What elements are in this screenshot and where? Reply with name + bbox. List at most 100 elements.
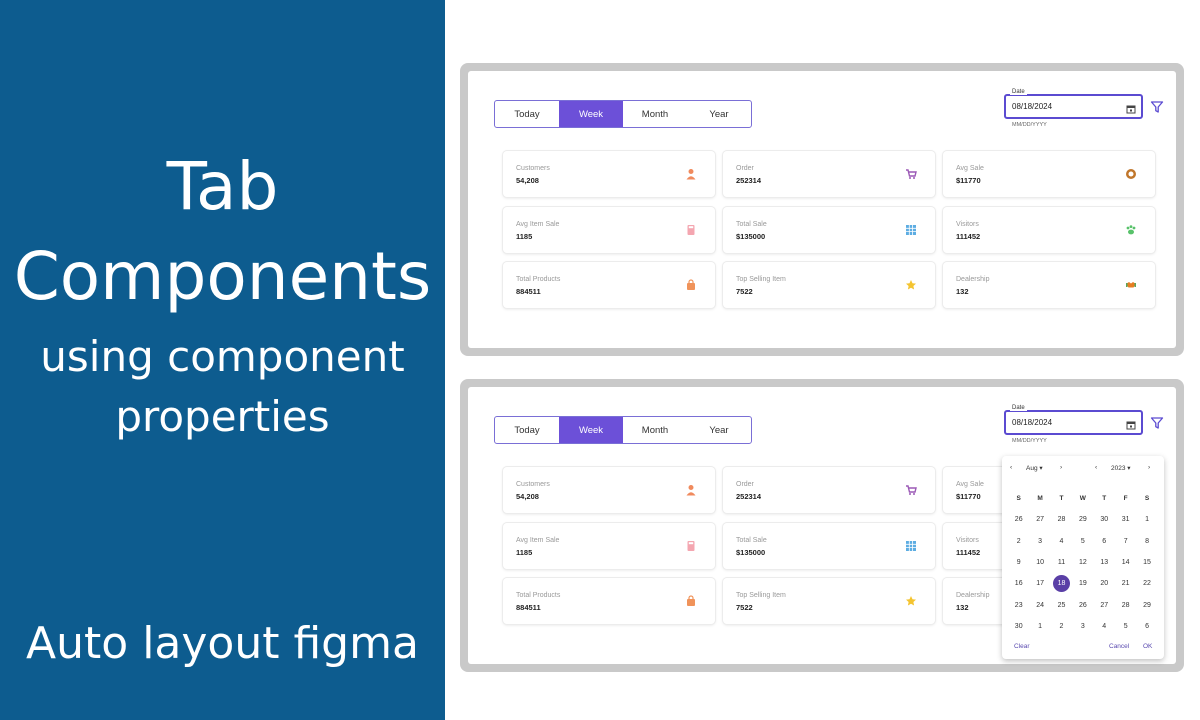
paw-icon [1125,223,1137,235]
stat-card-top-selling-item[interactable]: Top Selling Item 7522 [723,262,935,308]
prev-month-icon[interactable]: ‹ [1010,464,1012,471]
day-cell[interactable]: 9 [1008,559,1029,566]
filter-icon[interactable] [1150,100,1164,114]
day-cell[interactable]: 22 [1136,580,1157,587]
stat-card-dealership[interactable]: Dealership 132 [943,262,1155,308]
day-cell[interactable]: 10 [1029,559,1050,566]
day-cell[interactable]: 29 [1136,602,1157,609]
day-cell[interactable]: 2 [1051,623,1072,630]
cancel-button[interactable]: Cancel [1109,643,1129,650]
stat-card-total-products[interactable]: Total Products 884511 [503,578,715,624]
stat-card-customers[interactable]: Customers 54,208 [503,151,715,197]
day-cell[interactable]: 6 [1136,623,1157,630]
date-format-hint: MM/DD/YYYY [1012,438,1047,444]
year-select[interactable]: 2023 ▾ [1111,464,1131,472]
calendar-icon[interactable] [1126,101,1136,114]
day-cell[interactable]: 4 [1051,538,1072,545]
stat-card-label: Order [736,481,754,488]
day-cell[interactable]: 27 [1029,516,1050,523]
week-row: 9 10 11 12 13 14 15 [1008,552,1158,573]
stat-card-total-products[interactable]: Total Products 884511 [503,262,715,308]
day-cell[interactable]: 31 [1115,516,1136,523]
tab-month[interactable]: Month [623,417,687,443]
tab-month[interactable]: Month [623,101,687,127]
tab-week[interactable]: Week [559,101,623,127]
day-cell[interactable]: 11 [1051,559,1072,566]
day-cell[interactable]: 28 [1115,602,1136,609]
date-field[interactable]: Date 08/18/2024 [1004,405,1143,435]
day-cell[interactable]: 30 [1094,516,1115,523]
cart-icon [905,483,917,495]
tab-year[interactable]: Year [687,417,751,443]
tab-today[interactable]: Today [495,417,559,443]
day-cell[interactable]: 12 [1072,559,1093,566]
day-number: 18 [1052,575,1070,593]
stat-card-label: Dealership [956,276,990,283]
calendar-icon[interactable] [1126,417,1136,430]
next-year-icon[interactable]: › [1148,464,1150,471]
day-cell[interactable]: 2 [1008,538,1029,545]
stat-card-label: Order [736,165,754,172]
stat-card-customers[interactable]: Customers 54,208 [503,467,715,513]
day-cell[interactable]: 17 [1029,580,1050,587]
prev-year-icon[interactable]: ‹ [1095,464,1097,471]
day-cell[interactable]: 19 [1072,580,1093,587]
stat-card-avg-item-sale[interactable]: Avg Item Sale 1185 [503,206,715,253]
stat-card-value: $11770 [956,492,981,501]
day-cell[interactable]: 28 [1051,516,1072,523]
day-cell[interactable]: 15 [1136,559,1157,566]
title-panel: Tab Components using component propertie… [0,0,445,720]
month-select[interactable]: Aug ▾ [1026,464,1043,472]
filter-icon[interactable] [1150,416,1164,430]
year-select-value: 2023 [1111,465,1126,472]
day-cell[interactable]: 24 [1029,602,1050,609]
star-icon [905,594,917,606]
stat-card-value: 54,208 [516,176,539,185]
day-cell[interactable]: 21 [1115,580,1136,587]
dashboard-frame-1: Today Week Month Year Date 08/18/2024 MM/DD… [460,63,1184,356]
stat-card-visitors[interactable]: Visitors 111452 [943,206,1155,253]
day-cell[interactable]: 23 [1008,602,1029,609]
day-cell[interactable]: 3 [1072,623,1093,630]
tab-week[interactable]: Week [559,417,623,443]
tab-today[interactable]: Today [495,101,559,127]
day-cell-selected[interactable]: 18 [1051,575,1072,593]
day-cell[interactable]: 13 [1094,559,1115,566]
day-cell[interactable]: 30 [1008,623,1029,630]
day-cell[interactable]: 4 [1094,623,1115,630]
day-cell[interactable]: 20 [1094,580,1115,587]
day-cell[interactable]: 3 [1029,538,1050,545]
day-cell[interactable]: 5 [1072,538,1093,545]
day-cell[interactable]: 8 [1136,538,1157,545]
next-month-icon[interactable]: › [1060,464,1062,471]
week-row: 26 27 28 29 30 31 1 [1008,509,1158,530]
day-cell[interactable]: 6 [1094,538,1115,545]
stat-card-total-sale[interactable]: Total Sale $135000 [723,522,935,569]
day-cell[interactable]: 16 [1008,580,1029,587]
day-cell[interactable]: 25 [1051,602,1072,609]
coin-icon [1125,167,1137,179]
day-cell[interactable]: 1 [1136,516,1157,523]
stat-card-top-selling-item[interactable]: Top Selling Item 7522 [723,578,935,624]
day-cell[interactable]: 1 [1029,623,1050,630]
stat-card-total-sale[interactable]: Total Sale $135000 [723,206,935,253]
ok-button[interactable]: OK [1143,643,1152,650]
dashboard-frame-2: Today Week Month Year Date 08/18/2024 MM/DD… [460,379,1184,672]
day-cell[interactable]: 26 [1008,516,1029,523]
stat-card-avg-item-sale[interactable]: Avg Item Sale 1185 [503,522,715,569]
stat-card-order[interactable]: Order 252314 [723,467,935,513]
weekday-label: W [1079,495,1086,503]
stat-card-label: Customers [516,481,550,488]
day-cell[interactable]: 27 [1094,602,1115,609]
week-row: 16 17 18 19 20 21 22 [1008,573,1158,594]
day-cell[interactable]: 14 [1115,559,1136,566]
day-cell[interactable]: 5 [1115,623,1136,630]
day-cell[interactable]: 26 [1072,602,1093,609]
day-cell[interactable]: 7 [1115,538,1136,545]
day-cell[interactable]: 29 [1072,516,1093,523]
tab-year[interactable]: Year [687,101,751,127]
stat-card-avg-sale[interactable]: Avg Sale $11770 [943,151,1155,197]
date-field[interactable]: Date 08/18/2024 [1004,89,1143,119]
clear-button[interactable]: Clear [1014,643,1030,650]
stat-card-order[interactable]: Order 252314 [723,151,935,197]
